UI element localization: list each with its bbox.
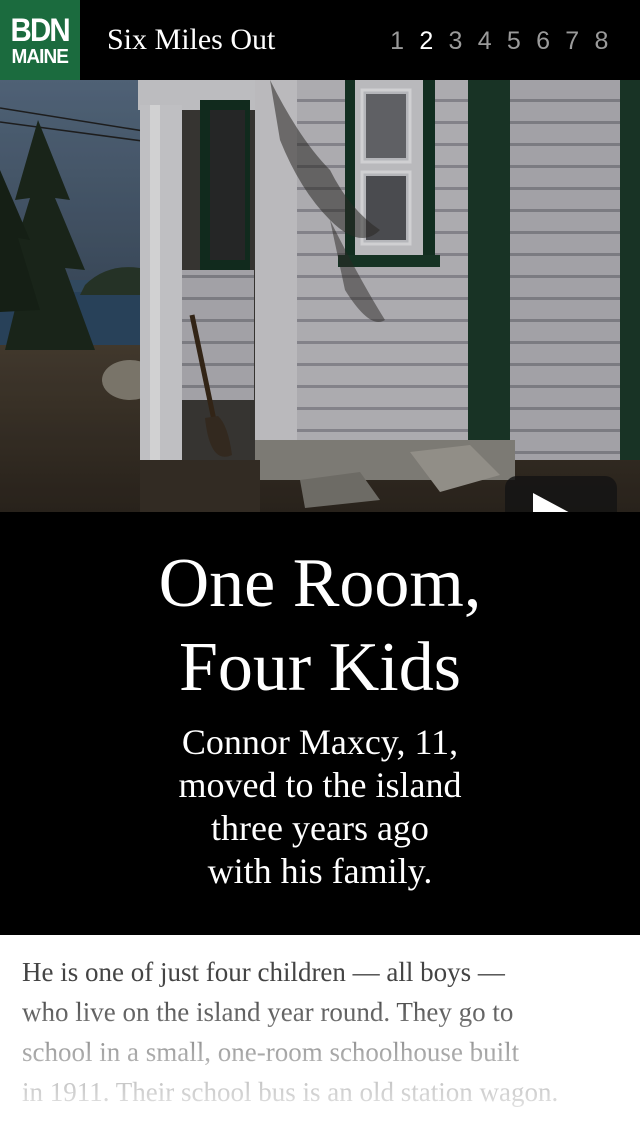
chapter-nav: 1 2 3 4 5 6 7 8 (383, 26, 617, 56)
chapter-link-2[interactable]: 2 (412, 26, 441, 56)
dek-line: moved to the island (178, 765, 462, 805)
chapter-link-3[interactable]: 3 (441, 26, 470, 56)
body-paragraph: He is one of just four children — all bo… (22, 952, 626, 1112)
body-line: He is one of just four children — all bo… (22, 957, 505, 987)
story-title-block: One Room, Four Kids Connor Maxcy, 11, mo… (0, 512, 640, 935)
article-body: He is one of just four children — all bo… (0, 935, 640, 1136)
site-title[interactable]: Six Miles Out (107, 22, 275, 58)
logo-line-2: MAINE (11, 45, 69, 68)
body-line: who live on the island year round. They … (22, 997, 514, 1027)
headline-line-2: Four Kids (179, 629, 461, 706)
dek-line: with his family. (207, 851, 433, 891)
chapter-link-1[interactable]: 1 (383, 26, 412, 56)
schoolhouse-photo (0, 80, 640, 512)
hero-video[interactable] (0, 80, 640, 512)
headline-line-1: One Room, (158, 545, 482, 622)
logo-line-1: BDN (10, 11, 71, 48)
story-headline: One Room, Four Kids (0, 542, 640, 710)
bdn-maine-logo[interactable]: BDN MAINE (0, 0, 80, 80)
story-dek: Connor Maxcy, 11, moved to the island th… (100, 721, 540, 893)
play-video-button[interactable] (505, 476, 617, 512)
chapter-link-7[interactable]: 7 (558, 26, 587, 56)
play-icon (533, 493, 569, 512)
chapter-link-5[interactable]: 5 (499, 26, 528, 56)
chapter-link-4[interactable]: 4 (470, 26, 499, 56)
body-line: school in a small, one-room schoolhouse … (22, 1037, 520, 1067)
body-line: in 1911. Their school bus is an old stat… (22, 1077, 559, 1107)
top-bar: BDN MAINE Six Miles Out 1 2 3 4 5 6 7 8 (0, 0, 640, 80)
dek-line: Connor Maxcy, 11, (181, 722, 459, 762)
chapter-link-6[interactable]: 6 (528, 26, 557, 56)
dek-line: three years ago (211, 808, 429, 848)
chapter-link-8[interactable]: 8 (587, 26, 616, 56)
